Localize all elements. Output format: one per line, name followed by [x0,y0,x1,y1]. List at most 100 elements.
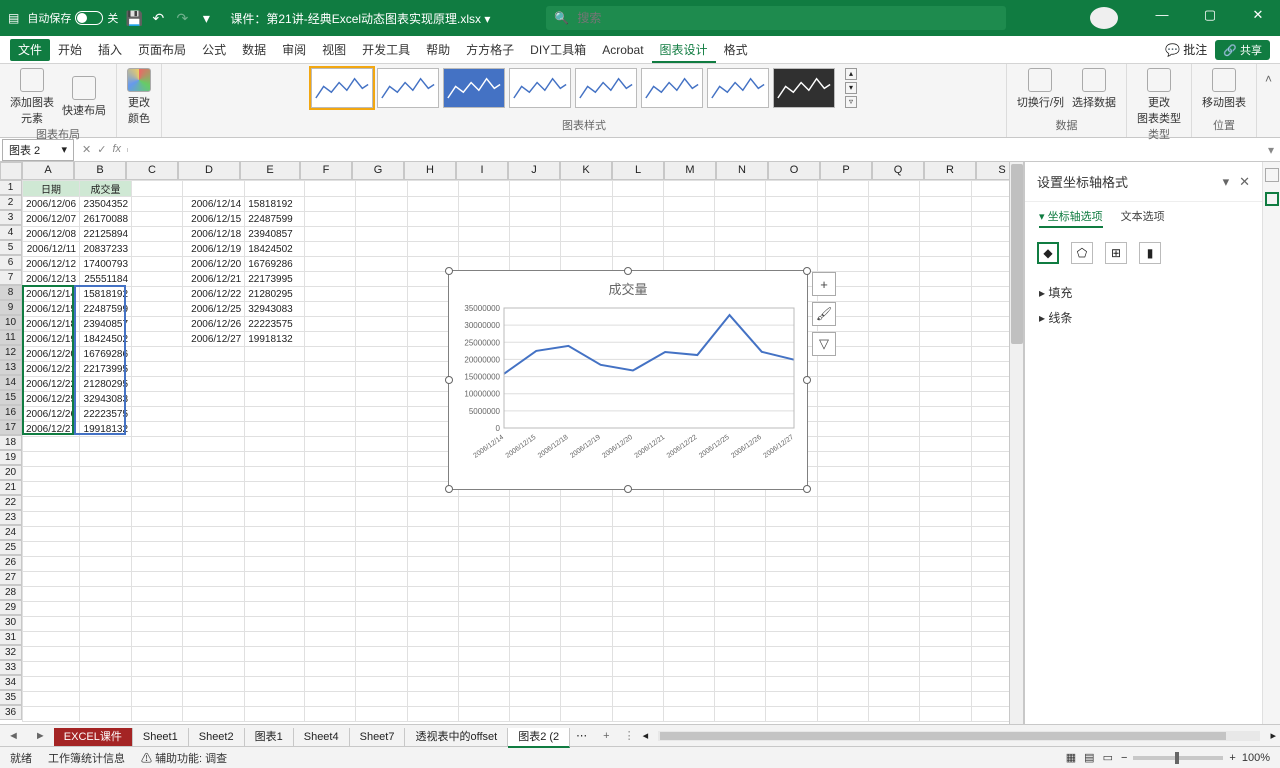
cell[interactable] [458,677,509,692]
col-header[interactable]: C [126,162,178,180]
cell[interactable] [407,497,458,512]
cell[interactable] [23,527,80,542]
row-header[interactable]: 25 [0,540,22,555]
col-header[interactable]: J [508,162,560,180]
cell[interactable] [869,287,920,302]
cell[interactable] [869,257,920,272]
cell[interactable] [407,227,458,242]
cell[interactable] [766,497,817,512]
cell[interactable]: 2006/12/13 [23,272,80,287]
cell[interactable]: 2006/12/12 [23,257,80,272]
cell[interactable] [356,452,407,467]
cell[interactable] [561,212,612,227]
cell[interactable]: 23504352 [80,197,132,212]
cell[interactable] [817,647,868,662]
cell[interactable] [183,347,245,362]
col-header[interactable]: O [768,162,820,180]
cell[interactable] [869,632,920,647]
cell[interactable] [80,647,132,662]
tab-插入[interactable]: 插入 [90,39,130,61]
cell[interactable] [561,587,612,602]
cell[interactable]: 2006/12/14 [183,197,245,212]
cell[interactable] [817,227,868,242]
cell[interactable] [458,242,509,257]
row-header[interactable]: 3 [0,210,22,225]
cell[interactable] [305,392,356,407]
cell[interactable] [356,272,407,287]
cell[interactable] [817,197,868,212]
cell[interactable] [305,212,356,227]
cell[interactable] [132,512,183,527]
row-header[interactable]: 11 [0,330,22,345]
cell[interactable] [920,587,971,602]
col-header[interactable]: H [404,162,456,180]
cell[interactable] [920,377,971,392]
cell[interactable] [458,527,509,542]
row-header[interactable]: 4 [0,225,22,240]
cancel-icon[interactable]: ✕ [82,143,91,156]
cell[interactable] [920,257,971,272]
worksheet[interactable]: ABCDEFGHIJKLMNOPQRS 12345678910111213141… [0,162,1024,724]
cell[interactable] [356,287,407,302]
cell[interactable] [23,677,80,692]
cell[interactable] [407,692,458,707]
cell[interactable] [23,572,80,587]
tab-DIY工具箱[interactable]: DIY工具箱 [522,39,594,61]
cell[interactable] [23,542,80,557]
cell[interactable] [561,617,612,632]
row-header[interactable]: 6 [0,255,22,270]
cell[interactable] [715,707,766,722]
cell[interactable] [183,587,245,602]
row-header[interactable]: 16 [0,405,22,420]
cell[interactable]: 20837233 [80,242,132,257]
cell[interactable] [920,407,971,422]
cell[interactable] [458,662,509,677]
move-chart-button[interactable]: 移动图表 [1202,68,1246,110]
cell[interactable]: 32943083 [245,302,305,317]
cell[interactable] [132,662,183,677]
status-workbook-stats[interactable]: 工作簿统计信息 [48,750,125,766]
cell[interactable] [305,662,356,677]
sheet-tab[interactable]: Sheet4 [294,728,350,746]
cell[interactable] [715,497,766,512]
axis-icon[interactable]: ▮ [1139,242,1161,264]
cell[interactable] [663,242,714,257]
cell[interactable] [817,617,868,632]
cell[interactable] [817,257,868,272]
cell[interactable] [407,512,458,527]
cell[interactable] [869,302,920,317]
cell[interactable] [458,647,509,662]
cell[interactable] [183,542,245,557]
quick-layout-button[interactable]: 快速布局 [62,76,106,118]
chart-style-4[interactable] [509,68,571,108]
cell[interactable] [80,662,132,677]
cell[interactable] [920,332,971,347]
cell[interactable] [612,197,663,212]
row-header[interactable]: 12 [0,345,22,360]
cell[interactable] [132,392,183,407]
sheet-prev-icon[interactable]: ◄ [0,730,27,742]
cell[interactable] [356,677,407,692]
cell[interactable] [920,572,971,587]
cell[interactable] [183,422,245,437]
cell[interactable] [305,302,356,317]
cell[interactable] [663,692,714,707]
row-header[interactable]: 13 [0,360,22,375]
qat-more-icon[interactable]: ▾ [198,10,214,26]
cell[interactable] [715,557,766,572]
cell[interactable] [920,302,971,317]
row-header[interactable]: 9 [0,300,22,315]
cell[interactable]: 2006/12/20 [183,257,245,272]
cell[interactable] [920,482,971,497]
cell[interactable] [407,557,458,572]
cell[interactable] [869,497,920,512]
cell[interactable] [458,181,509,197]
cell[interactable] [305,227,356,242]
effects-icon[interactable]: ⬠ [1071,242,1093,264]
cell[interactable] [183,602,245,617]
cell[interactable]: 2006/12/18 [183,227,245,242]
cell[interactable] [458,497,509,512]
cell[interactable] [356,617,407,632]
cell[interactable] [305,692,356,707]
cell[interactable] [245,617,305,632]
